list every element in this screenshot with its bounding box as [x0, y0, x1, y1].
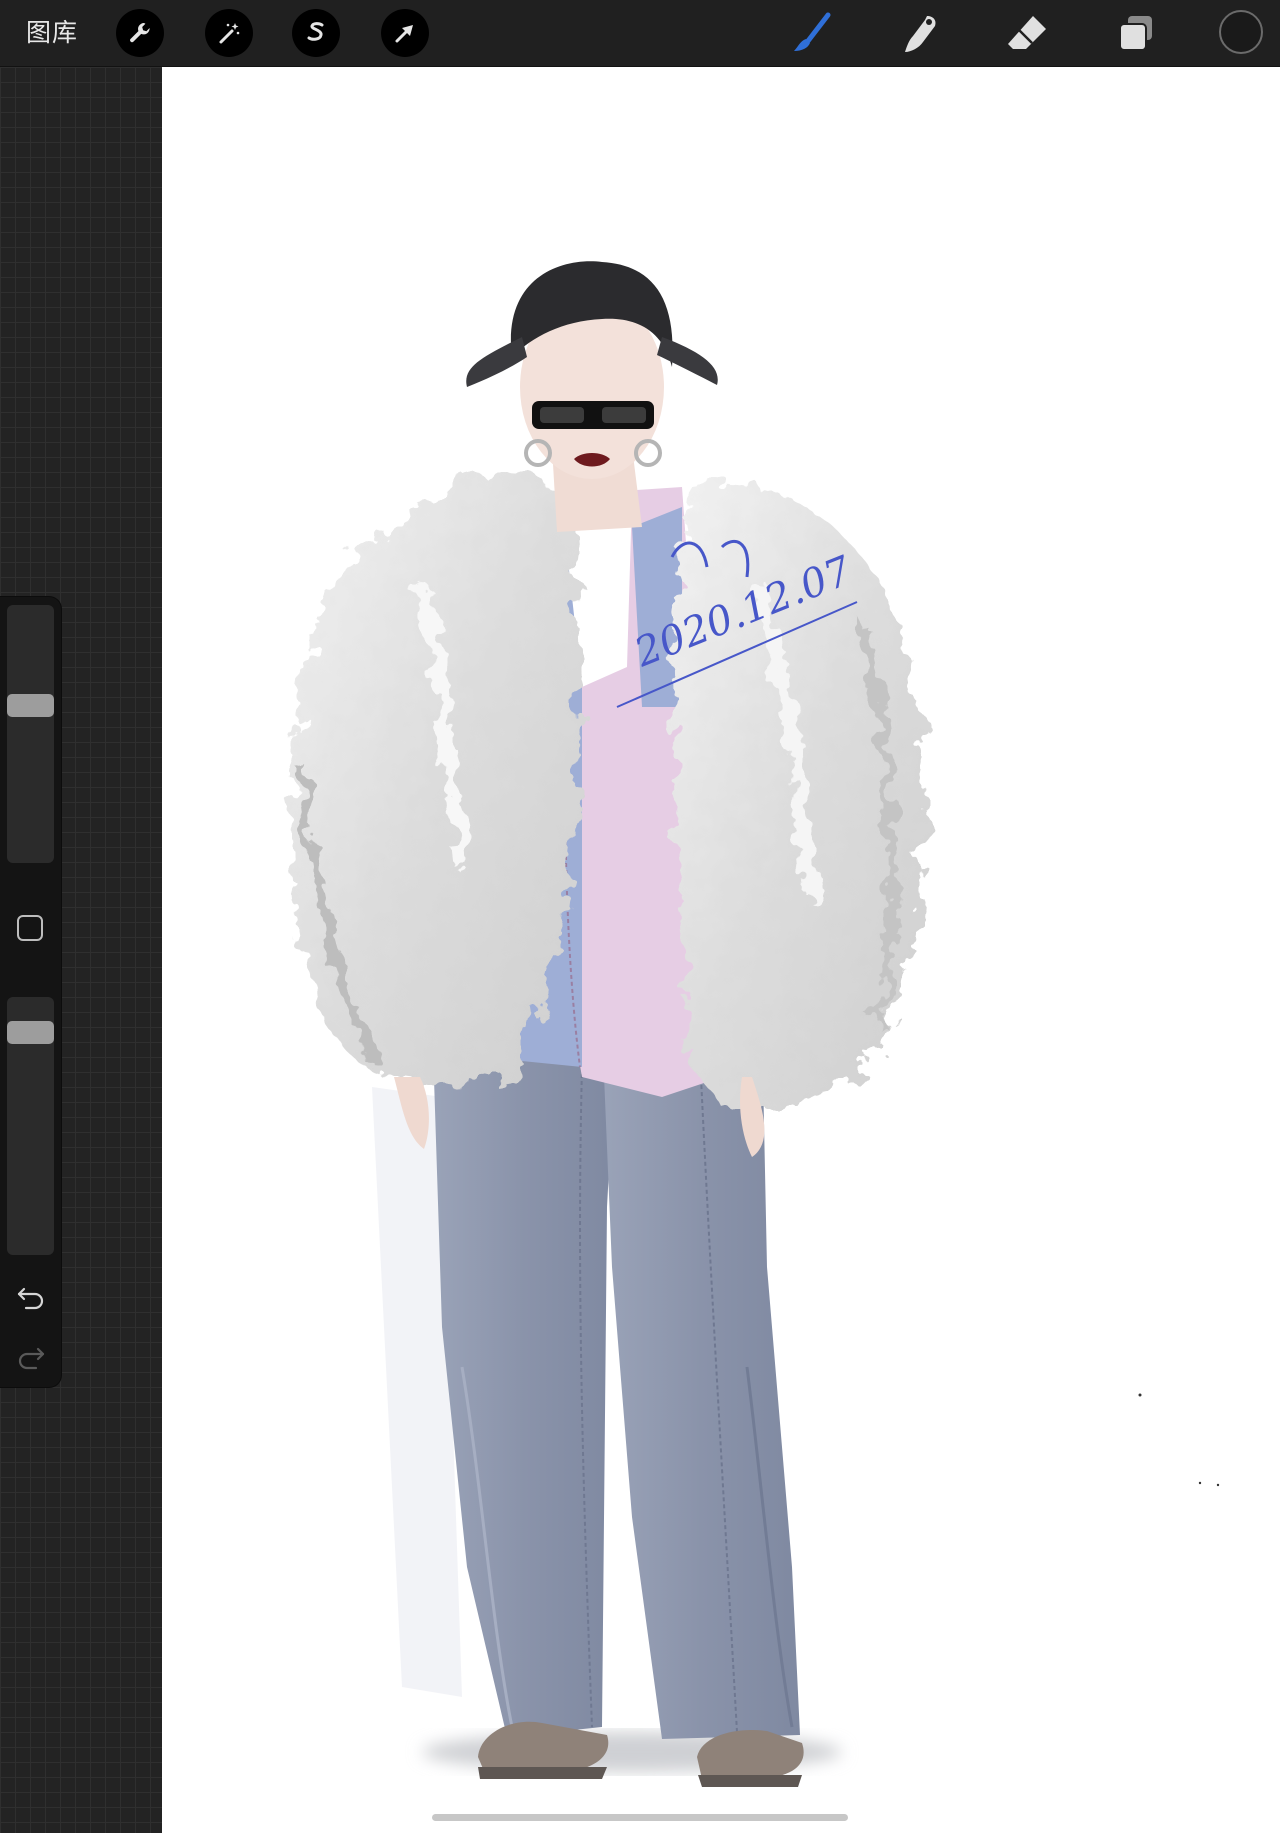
- undo-icon[interactable]: [16, 1281, 46, 1311]
- selection-s-icon: [307, 22, 324, 41]
- color-picker-button[interactable]: [1219, 10, 1263, 54]
- brush-tool-button[interactable]: [787, 8, 837, 58]
- modify-square-icon[interactable]: [17, 915, 43, 941]
- magic-wand-icon: [219, 23, 240, 44]
- smudge-tool-button[interactable]: [895, 8, 945, 58]
- opacity-thumb[interactable]: [7, 1020, 54, 1044]
- selection-button[interactable]: [292, 9, 340, 57]
- brush-icon: [794, 12, 831, 51]
- eraser-tool-button[interactable]: [1002, 8, 1052, 58]
- adjustments-button[interactable]: [205, 9, 253, 57]
- layers-button[interactable]: [1111, 8, 1161, 58]
- gallery-button[interactable]: 图库: [26, 14, 78, 52]
- wrench-icon: [130, 23, 150, 43]
- brush-size-thumb[interactable]: [7, 694, 54, 718]
- eraser-icon: [1008, 16, 1046, 49]
- smudge-icon: [905, 16, 936, 52]
- brush-sidebar: [0, 597, 61, 1387]
- home-indicator: [432, 1814, 848, 1821]
- transform-button[interactable]: [381, 9, 429, 57]
- transform-arrow-icon: [395, 25, 413, 43]
- brush-size-slider[interactable]: [7, 605, 54, 863]
- actions-button[interactable]: [116, 9, 164, 57]
- drawing-canvas[interactable]: 2020.12.07: [162, 67, 1280, 1833]
- layers-icon: [1119, 16, 1152, 51]
- top-toolbar: 图库: [0, 0, 1280, 67]
- redo-icon[interactable]: [16, 1341, 46, 1371]
- fashion-illustration: 2020.12.07: [290, 261, 1220, 1787]
